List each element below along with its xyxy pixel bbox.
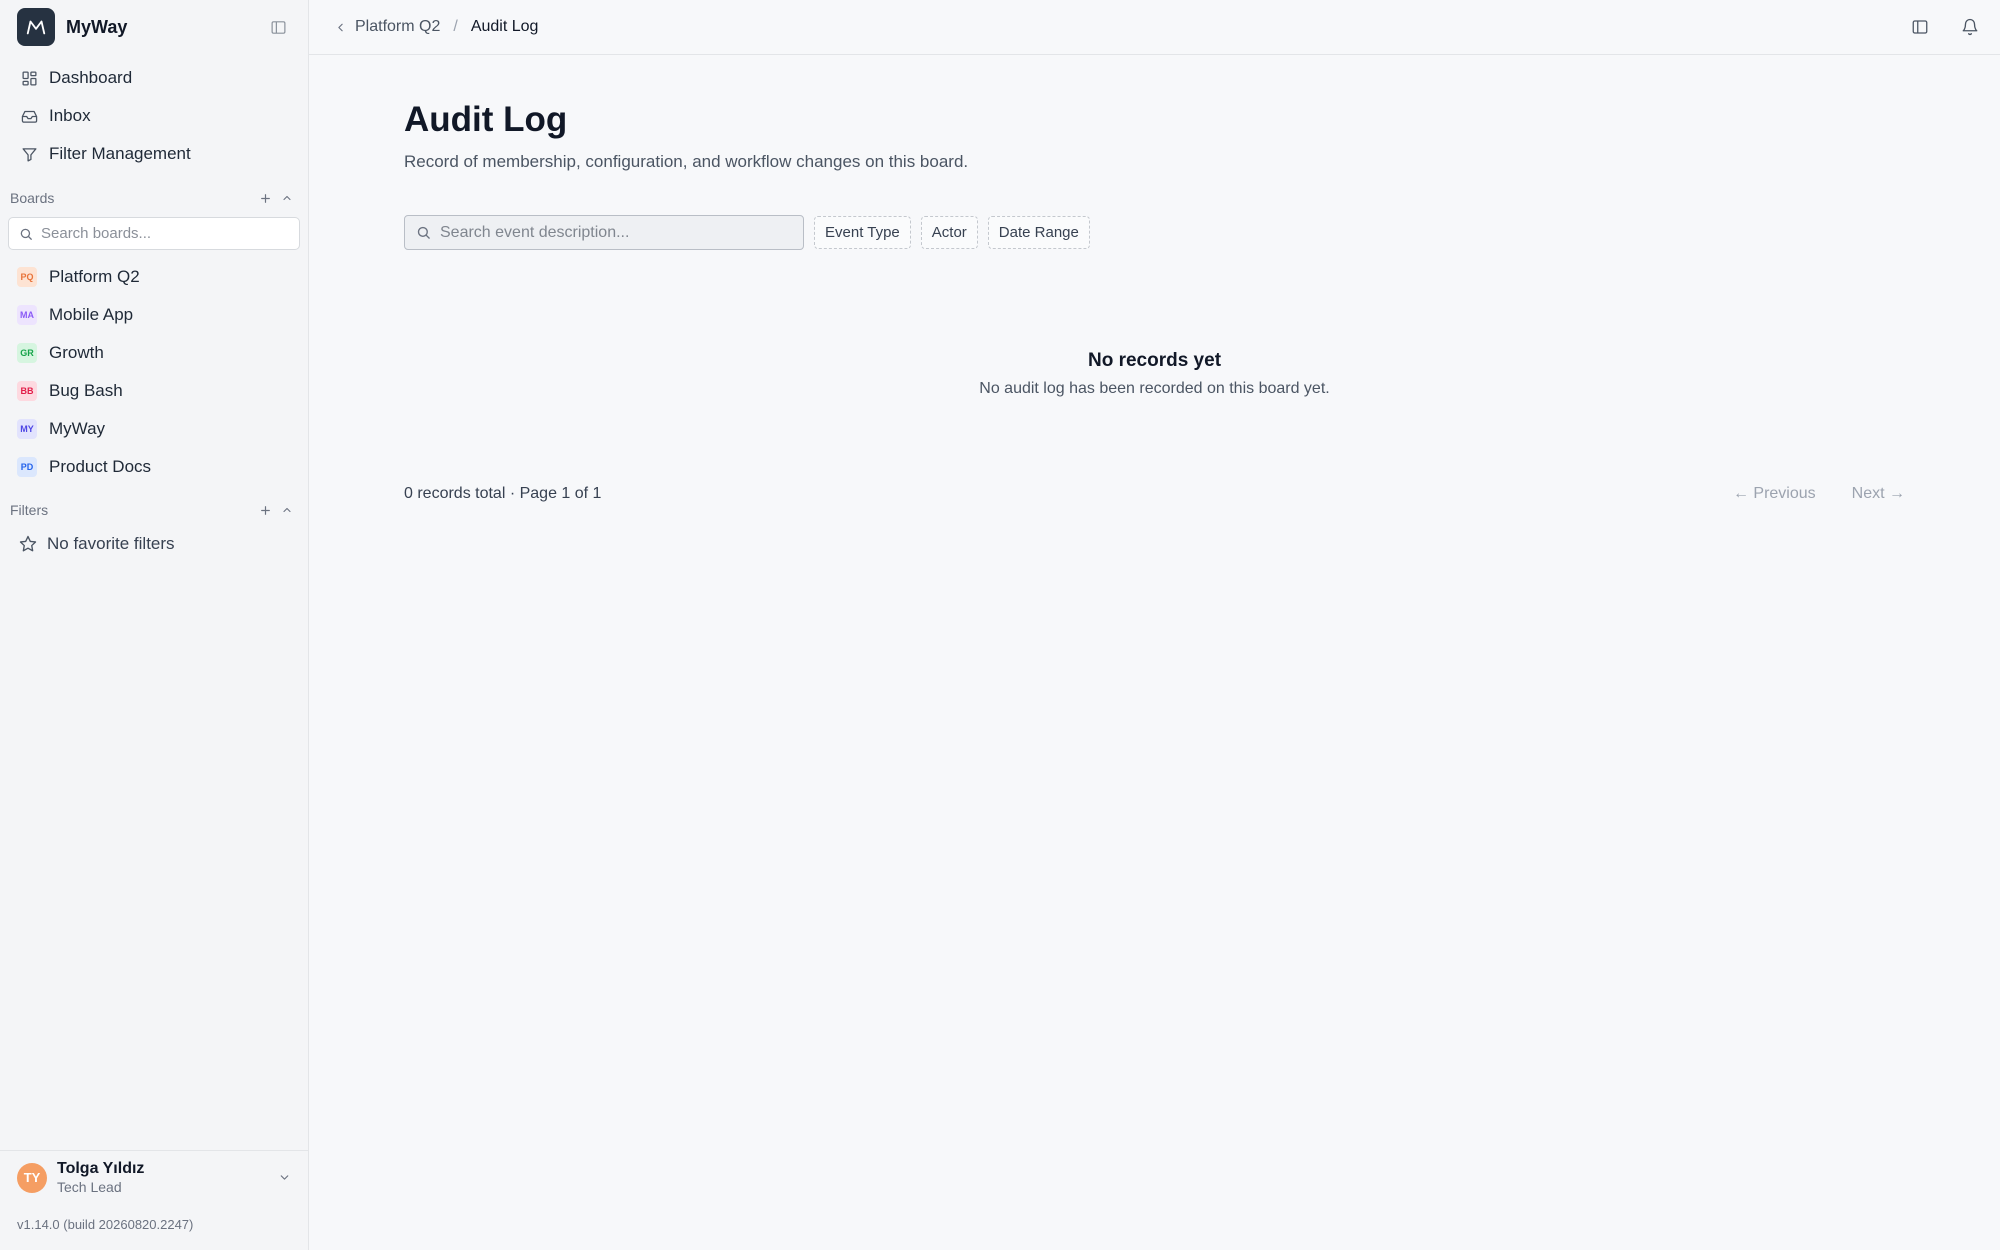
user-name: Tolga Yıldız [57,1160,145,1177]
search-icon [416,225,431,240]
brand-header: MyWay [0,0,308,54]
boards-section-header: Boards [0,183,308,213]
panel-toggle-icon[interactable] [1906,13,1934,41]
board-item-label: Bug Bash [49,381,123,400]
event-type-filter-button[interactable]: Event Type [814,216,911,249]
user-role: Tech Lead [57,1179,122,1195]
nav-item-label: Filter Management [49,144,191,163]
board-badge: PD [17,457,37,477]
breadcrumb-parent-link[interactable]: Platform Q2 [355,18,440,36]
board-item-label: Platform Q2 [49,267,140,286]
board-item-label: Growth [49,343,104,362]
main-content: Platform Q2 / Audit Log Audit Log Record… [309,0,2000,1250]
pagination: 0 records total · Page 1 of 1 ← Previous… [404,485,1905,503]
myway-logo-icon[interactable] [17,8,55,46]
board-badge: PQ [17,267,37,287]
date-range-filter-button[interactable]: Date Range [987,216,1090,249]
filters-section-header: Filters [0,495,308,525]
sidebar: MyWay Dashboard Inbox Filter Management … [0,0,309,1250]
next-page-button[interactable]: Next → [1852,485,1905,503]
board-badge: MY [17,419,37,439]
nav-item-filter-management[interactable]: Filter Management [0,135,308,173]
event-search-input[interactable] [440,223,790,242]
actor-filter-button[interactable]: Actor [920,216,978,249]
event-search-box [404,215,804,250]
add-board-icon[interactable] [254,187,276,209]
search-icon [19,227,33,241]
chevron-up-icon[interactable] [276,187,298,209]
board-item-product-docs[interactable]: PD Product Docs [0,448,308,486]
filter-icon [19,144,39,164]
bell-icon[interactable] [1956,13,1984,41]
brand-name: MyWay [66,16,128,37]
board-item-mobile-app[interactable]: MA Mobile App [0,296,308,334]
breadcrumb-current: Audit Log [470,18,539,35]
collapse-sidebar-icon[interactable] [264,13,292,41]
pagination-info: 0 records total · Page 1 of 1 [404,485,602,502]
board-badge: MA [17,305,37,325]
previous-page-button[interactable]: ← Previous [1733,485,1816,503]
user-menu[interactable]: TY Tolga Yıldız Tech Lead [0,1150,308,1204]
empty-state: No records yet No audit log has been rec… [404,350,1905,398]
board-item-platform-q2[interactable]: PQ Platform Q2 [0,258,308,296]
board-badge: GR [17,343,37,363]
chevron-down-icon[interactable] [278,1171,291,1184]
board-list: PQ Platform Q2 MA Mobile App GR Growth B… [0,258,308,486]
chevron-up-icon[interactable] [276,499,298,521]
board-item-bug-bash[interactable]: BB Bug Bash [0,372,308,410]
board-item-label: Product Docs [49,457,152,476]
chevron-left-icon[interactable] [334,21,347,34]
no-favorite-filters-text: No favorite filters [47,534,175,553]
avatar: TY [17,1162,47,1193]
main-nav: Dashboard Inbox Filter Management [0,54,308,173]
topbar: Platform Q2 / Audit Log [309,0,2000,55]
app-version: v1.14.0 (build 20260820.2247) [17,1217,194,1232]
nav-item-inbox[interactable]: Inbox [0,97,308,135]
boards-section-label: Boards [10,190,55,206]
add-filter-icon[interactable] [254,499,276,521]
nav-item-dashboard[interactable]: Dashboard [0,59,308,97]
empty-state-description: No audit log has been recorded on this b… [979,380,1330,397]
empty-state-title: No records yet [1087,350,1222,371]
board-badge: BB [17,381,37,401]
no-favorite-filters: No favorite filters [0,525,308,563]
page-subtitle: Record of membership, configuration, and… [404,152,969,171]
page-title: Audit Log [404,100,568,139]
breadcrumb-separator: / [453,18,458,35]
filter-toolbar: Event Type Actor Date Range [404,215,1905,250]
breadcrumb: Platform Q2 / Audit Log [334,18,1906,36]
inbox-icon [19,106,39,126]
nav-item-label: Dashboard [49,68,133,87]
star-icon [19,535,37,553]
nav-item-label: Inbox [49,106,91,125]
board-item-growth[interactable]: GR Growth [0,334,308,372]
grid-icon [19,68,39,88]
board-item-label: MyWay [49,419,106,438]
filters-section-label: Filters [10,502,49,518]
board-item-myway[interactable]: MY MyWay [0,410,308,448]
board-search-input[interactable] [41,225,281,242]
board-search-box [8,217,300,250]
board-item-label: Mobile App [49,305,134,324]
